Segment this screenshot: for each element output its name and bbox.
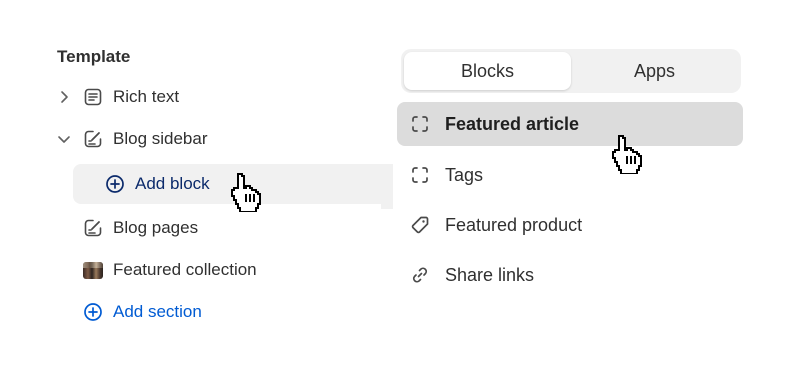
block-option-tags[interactable]: Tags xyxy=(397,153,743,197)
dashed-square-icon xyxy=(409,113,431,135)
section-blog-pages[interactable]: Blog pages xyxy=(82,208,198,248)
add-block-button[interactable]: Add block xyxy=(104,164,210,204)
tag-icon xyxy=(409,214,431,236)
add-section-button[interactable]: Add section xyxy=(82,292,202,332)
block-option-featured-product[interactable]: Featured product xyxy=(397,203,743,247)
block-picker-panel: Blocks Apps Featured article Tags Featur… xyxy=(395,0,802,378)
block-option-share-links[interactable]: Share links xyxy=(397,253,743,297)
chevron-right-icon[interactable] xyxy=(57,90,71,104)
block-option-featured-article[interactable]: Featured article xyxy=(397,102,743,146)
text-block-icon xyxy=(82,86,104,108)
picker-tabs: Blocks Apps xyxy=(401,49,741,93)
section-blog-sidebar[interactable]: Blog sidebar xyxy=(57,119,208,159)
section-label: Blog pages xyxy=(113,218,199,237)
tab-apps[interactable]: Apps xyxy=(571,52,738,90)
option-label: Featured product xyxy=(445,214,583,235)
edit-page-icon xyxy=(82,217,104,239)
plus-circle-icon xyxy=(82,301,104,323)
section-rich-text[interactable]: Rich text xyxy=(57,77,179,117)
section-featured-collection[interactable]: Featured collection xyxy=(82,250,257,290)
section-label: Rich text xyxy=(113,87,180,106)
template-sidebar: Template Rich text Blog sidebar Add bloc… xyxy=(0,0,395,378)
tab-blocks[interactable]: Blocks xyxy=(404,52,571,90)
template-heading: Template xyxy=(57,47,131,66)
chevron-down-icon[interactable] xyxy=(57,132,71,146)
option-label: Tags xyxy=(445,164,484,185)
section-label: Featured collection xyxy=(113,260,257,279)
plus-circle-icon xyxy=(104,173,126,195)
edit-page-icon xyxy=(82,128,104,150)
link-icon xyxy=(409,264,431,286)
add-block-label: Add block xyxy=(135,174,210,193)
hand-cursor-icon xyxy=(231,173,261,212)
option-label: Share links xyxy=(445,264,535,285)
dashed-square-icon xyxy=(409,164,431,186)
section-label: Blog sidebar xyxy=(113,129,208,148)
option-label: Featured article xyxy=(445,113,580,134)
add-section-label: Add section xyxy=(113,302,202,321)
collection-thumbnail xyxy=(82,259,104,281)
highlight-connector xyxy=(381,164,393,209)
